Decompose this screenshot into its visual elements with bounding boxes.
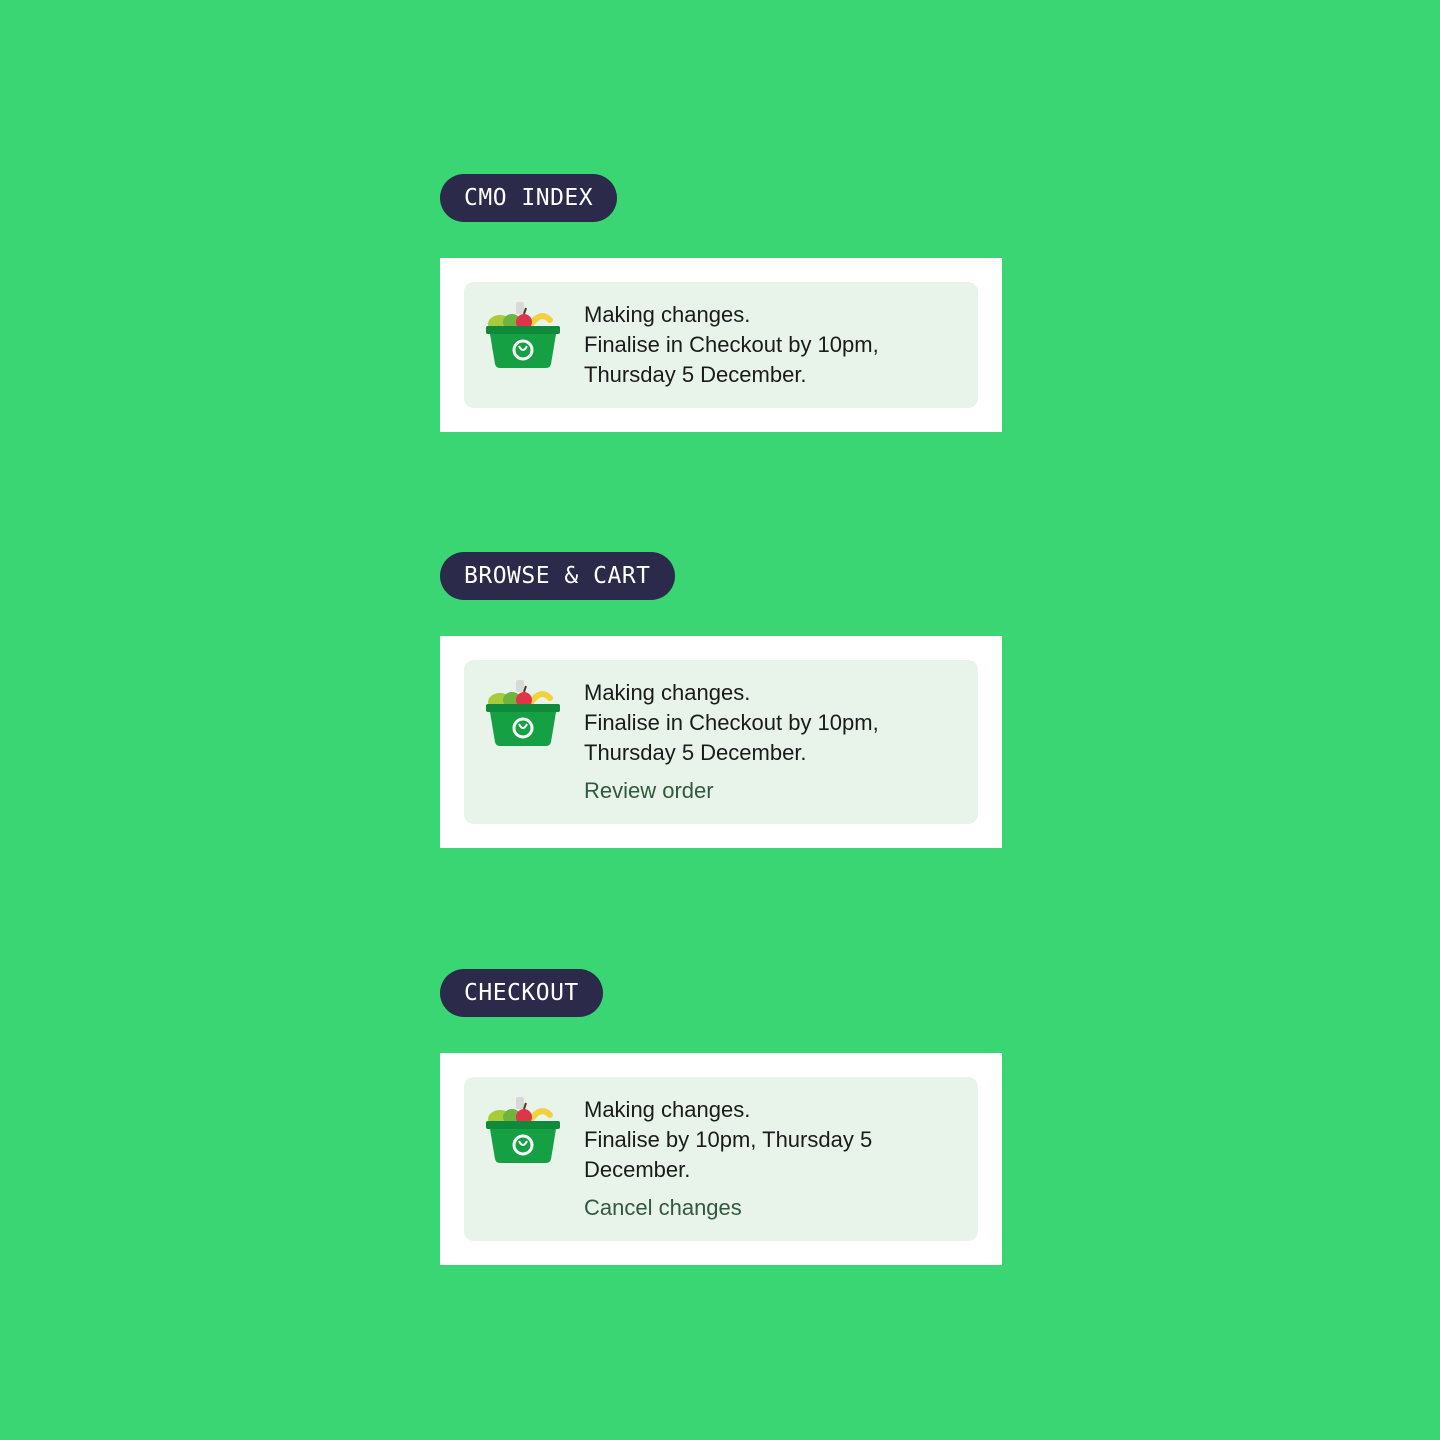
banner-frame: Making changes. Finalise by 10pm, Thursd… bbox=[440, 1053, 1002, 1265]
making-changes-banner: Making changes. Finalise by 10pm, Thursd… bbox=[464, 1077, 978, 1241]
banner-line: Making changes. bbox=[584, 680, 751, 705]
section-tag: BROWSE & CART bbox=[440, 552, 675, 600]
cancel-changes-link[interactable]: Cancel changes bbox=[584, 1193, 742, 1223]
grocery-basket-icon bbox=[486, 680, 560, 746]
banner-line: Making changes. bbox=[584, 302, 751, 327]
banner-frame: Making changes. Finalise in Checkout by … bbox=[440, 258, 1002, 432]
banner-line: Thursday 5 December. bbox=[584, 362, 807, 387]
making-changes-banner: Making changes. Finalise in Checkout by … bbox=[464, 660, 978, 824]
banner-line: Finalise in Checkout by 10pm, bbox=[584, 710, 879, 735]
grocery-basket-icon bbox=[486, 1097, 560, 1163]
banner-line: Finalise in Checkout by 10pm, bbox=[584, 332, 879, 357]
banner-message: Making changes. Finalise in Checkout by … bbox=[584, 300, 954, 390]
banner-line: December. bbox=[584, 1157, 691, 1182]
banner-message: Making changes. Finalise in Checkout by … bbox=[584, 678, 954, 768]
banner-line: Thursday 5 December. bbox=[584, 740, 807, 765]
making-changes-banner: Making changes. Finalise in Checkout by … bbox=[464, 282, 978, 408]
section-tag: CHECKOUT bbox=[440, 969, 603, 1017]
banner-line: Making changes. bbox=[584, 1097, 751, 1122]
section-tag: CMO INDEX bbox=[440, 174, 618, 222]
review-order-link[interactable]: Review order bbox=[584, 776, 714, 806]
banner-message: Making changes. Finalise by 10pm, Thursd… bbox=[584, 1095, 954, 1185]
banner-frame: Making changes. Finalise in Checkout by … bbox=[440, 636, 1002, 848]
grocery-basket-icon bbox=[486, 302, 560, 368]
banner-line: Finalise by 10pm, Thursday 5 bbox=[584, 1127, 873, 1152]
